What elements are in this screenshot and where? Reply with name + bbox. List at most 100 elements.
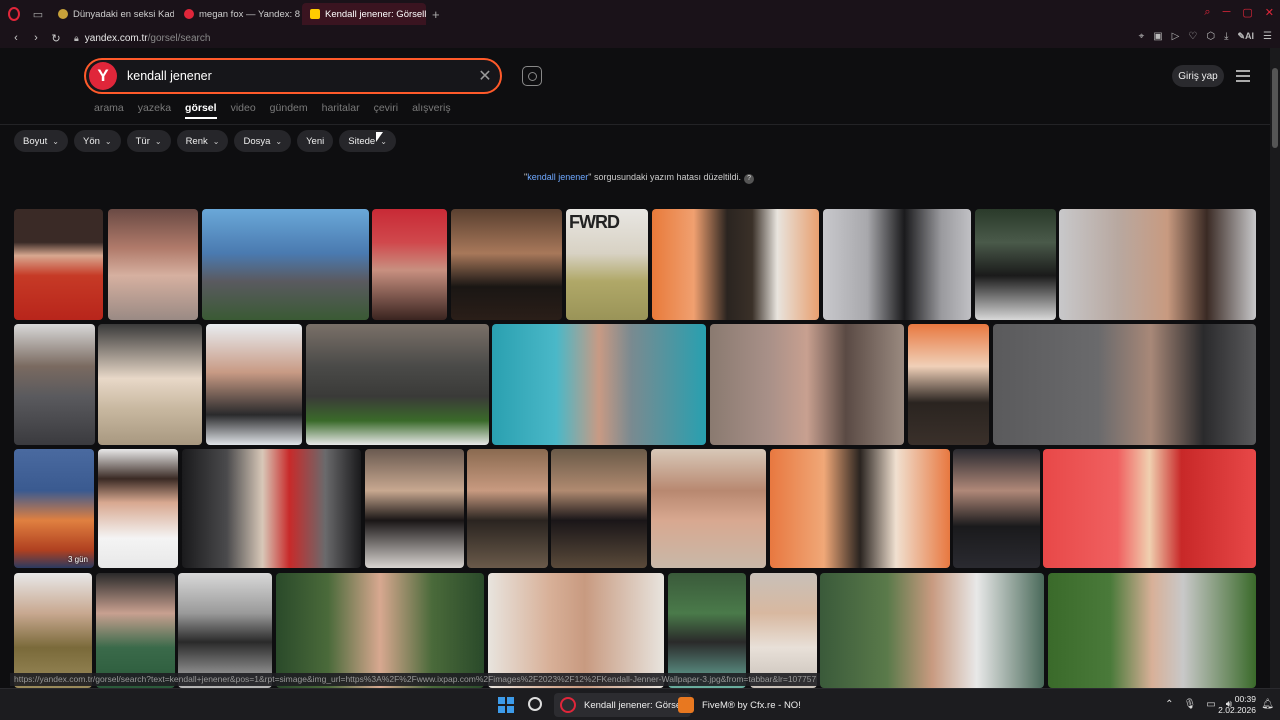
image-result[interactable]	[651, 449, 766, 568]
url-field[interactable]: yandex.com.tr/gorsel/search	[85, 33, 211, 44]
image-result[interactable]	[551, 449, 647, 568]
image-result[interactable]	[770, 449, 950, 568]
browser-tab[interactable]: Dünyadaki en seksi Kadın	[50, 3, 174, 25]
close-icon[interactable]: ✕	[1265, 6, 1274, 19]
filter-renk[interactable]: Renk ⌄	[176, 130, 229, 152]
login-button[interactable]: Giriş yap	[1172, 65, 1224, 87]
image-result[interactable]	[492, 324, 706, 445]
image-result[interactable]	[975, 209, 1056, 320]
image-result[interactable]	[467, 449, 548, 568]
scrollbar-thumb[interactable]	[1272, 68, 1278, 148]
player-icon[interactable]: ▷	[1172, 31, 1180, 42]
snapshot-icon[interactable]: ▣	[1153, 31, 1162, 42]
image-result[interactable]	[1059, 209, 1256, 320]
ai-icon[interactable]: ✎AI	[1237, 31, 1254, 42]
browser-tab[interactable]: megan fox — Yandex: 89	[176, 3, 300, 25]
help-icon[interactable]: ?	[744, 174, 755, 184]
image-result[interactable]	[1048, 573, 1256, 688]
image-result[interactable]	[182, 449, 361, 568]
image-result[interactable]	[98, 324, 202, 445]
image-result[interactable]	[488, 573, 664, 688]
image-result[interactable]	[202, 209, 369, 320]
image-result[interactable]: FWRD	[566, 209, 648, 320]
spelling-correction-notice: "kendall jenener" sorgusundaki yazım hat…	[524, 172, 755, 184]
image-result[interactable]	[820, 573, 1044, 688]
windows-start-icon[interactable]	[498, 697, 514, 713]
image-result[interactable]	[14, 324, 95, 445]
clear-search-icon[interactable]: ✕	[470, 66, 500, 86]
search-box[interactable]: Y kendall jenener ✕	[84, 58, 502, 94]
image-result[interactable]	[276, 573, 484, 688]
filter-tur[interactable]: Tür ⌄	[126, 130, 171, 152]
image-result[interactable]	[365, 449, 464, 568]
forward-icon[interactable]: ›	[26, 32, 46, 44]
taskbar-search-icon[interactable]	[528, 697, 542, 711]
clock-time: 00:39	[1234, 694, 1256, 704]
image-result[interactable]	[1043, 449, 1256, 568]
reload-icon[interactable]: ↻	[46, 32, 66, 45]
tab-menu-icon[interactable]: ▭	[28, 4, 48, 24]
clock[interactable]: 00:39 2.02.2026	[1218, 694, 1256, 716]
download-icon[interactable]: ⤓	[1224, 31, 1228, 42]
image-result[interactable]	[451, 209, 562, 320]
tab-gundem[interactable]: gündem	[270, 102, 308, 119]
heart-icon[interactable]: ♡	[1188, 31, 1197, 42]
browser-toolbar-icons: ⌖ ▣ ▷ ♡ ⬡ ⤓ ✎AI ☰	[1139, 31, 1272, 42]
filter-dosya[interactable]: Dosya ⌄	[234, 130, 292, 152]
image-result[interactable]	[98, 449, 178, 568]
pin-icon[interactable]: ⌖	[1139, 31, 1145, 42]
tab-arama[interactable]: arama	[94, 102, 124, 119]
microphone-icon[interactable]: 🎙︎	[1184, 699, 1197, 710]
extensions-icon[interactable]: ⬡	[1206, 31, 1215, 42]
page-scrollbar[interactable]	[1270, 48, 1280, 688]
image-result[interactable]	[823, 209, 971, 320]
image-result[interactable]	[178, 573, 272, 688]
yandex-logo[interactable]: Y	[89, 62, 117, 90]
image-result[interactable]	[96, 573, 175, 688]
image-result[interactable]	[710, 324, 904, 445]
image-result[interactable]	[652, 209, 819, 320]
filter-sitede[interactable]: Sitede ⌄	[339, 130, 396, 152]
image-result[interactable]	[14, 573, 92, 688]
image-result[interactable]: 3 gün	[14, 449, 94, 568]
image-result[interactable]	[750, 573, 817, 688]
easy-setup-icon[interactable]: ☰	[1263, 31, 1272, 42]
image-result[interactable]	[993, 324, 1256, 445]
image-result[interactable]	[668, 573, 746, 688]
minimize-icon[interactable]: ─	[1223, 6, 1231, 19]
lock-icon[interactable]: 🔒︎	[74, 33, 79, 44]
yandex-images-page: Y kendall jenener ✕ Giriş yap arama yaze…	[0, 48, 1270, 688]
camera-search-icon[interactable]	[522, 66, 542, 86]
back-icon[interactable]: ‹	[6, 32, 26, 44]
image-result[interactable]	[953, 449, 1040, 568]
filter-yon[interactable]: Yön ⌄	[74, 130, 121, 152]
filter-yeni[interactable]: Yeni	[297, 130, 334, 152]
image-result[interactable]	[908, 324, 989, 445]
tab-ceviri[interactable]: çeviri	[374, 102, 399, 119]
image-result[interactable]	[14, 209, 103, 320]
tab-gorsel[interactable]: görsel	[185, 102, 217, 119]
taskbar-app-fivem[interactable]: FiveM® by Cfx.re - NO!	[672, 693, 807, 717]
tab-haritalar[interactable]: haritalar	[322, 102, 360, 119]
chevron-down-icon: ⌄	[212, 136, 220, 146]
browser-tab-active[interactable]: Kendall jenener: Görseller	[302, 3, 426, 25]
filter-boyut[interactable]: Boyut ⌄	[14, 130, 68, 152]
tab-yazeka[interactable]: yazeka	[138, 102, 171, 119]
maximize-icon[interactable]: ▢	[1242, 6, 1252, 19]
tab-alisveris[interactable]: alışveriş	[412, 102, 451, 119]
image-result[interactable]	[306, 324, 489, 445]
taskbar-app-opera[interactable]: Kendall jenener: Görsell	[554, 693, 692, 717]
notification-bell-icon[interactable]: 🔔︎	[1261, 699, 1274, 710]
tab-video[interactable]: video	[231, 102, 256, 119]
new-tab-icon[interactable]: +	[432, 7, 440, 22]
image-result[interactable]	[108, 209, 198, 320]
search-tabs-icon[interactable]: ⌕	[1204, 6, 1210, 19]
search-input[interactable]: kendall jenener	[127, 69, 470, 83]
image-result[interactable]	[206, 324, 302, 445]
hamburger-menu-icon[interactable]	[1236, 70, 1250, 85]
image-result[interactable]	[372, 209, 447, 320]
tray-expand-icon[interactable]: ⌃	[1165, 699, 1173, 710]
opera-logo-icon[interactable]	[0, 0, 28, 28]
corrected-query-link[interactable]: kendall jenener	[527, 172, 588, 182]
network-icon[interactable]: ▭	[1206, 699, 1215, 710]
